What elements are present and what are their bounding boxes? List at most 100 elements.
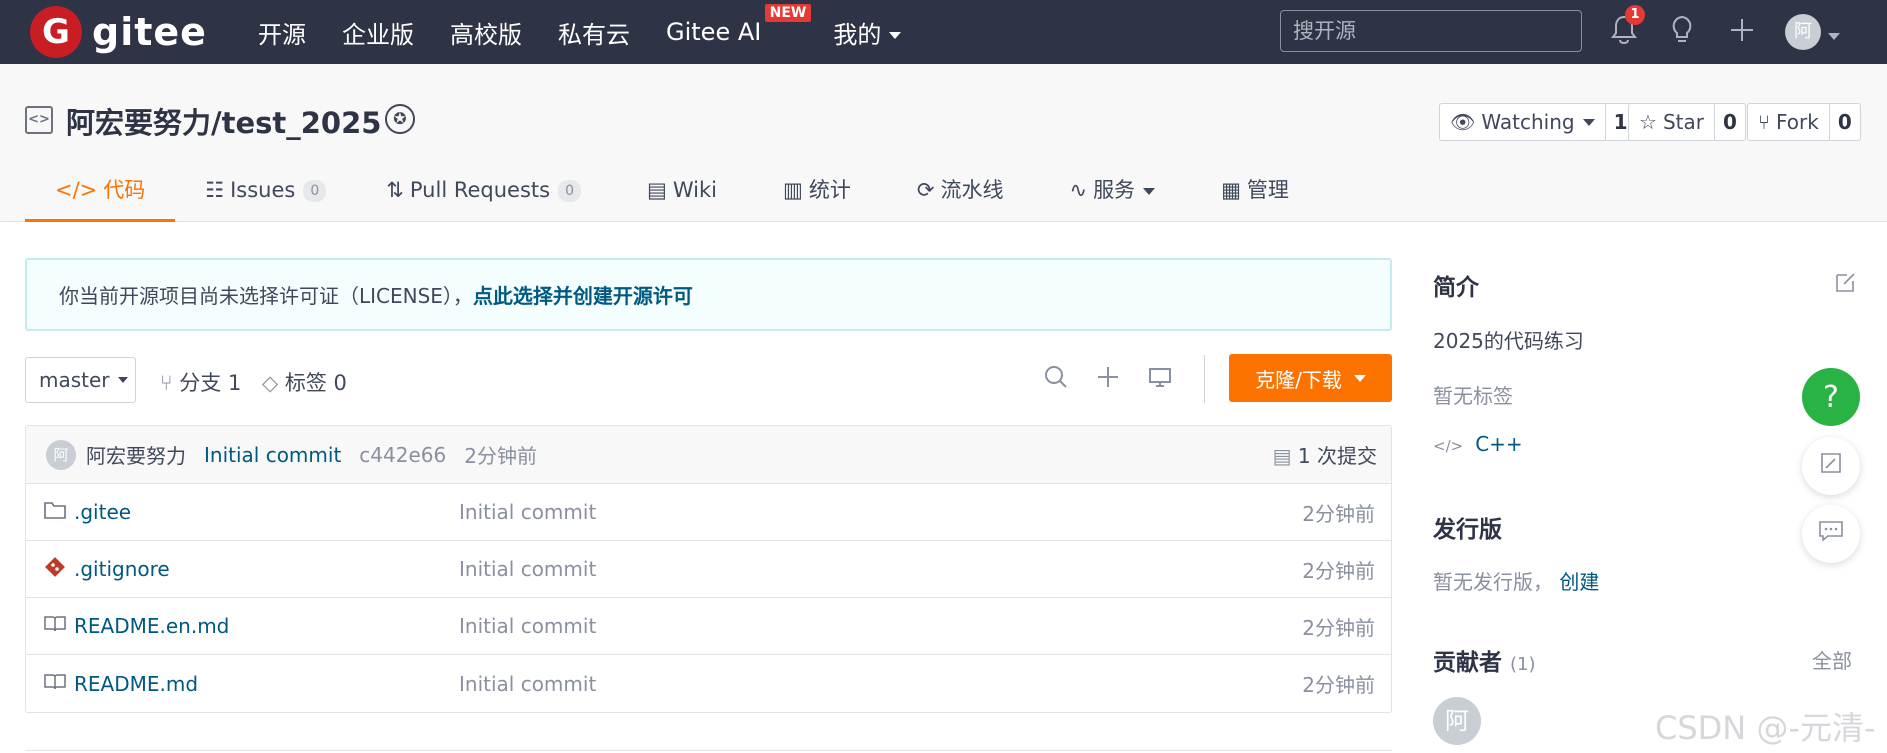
nav-open-source[interactable]: 开源 xyxy=(258,15,306,50)
code-repo-icon: <> xyxy=(25,106,53,134)
create-license-link[interactable]: 点此选择并创建开源许可 xyxy=(473,280,693,309)
chevron-down-icon xyxy=(1143,188,1156,195)
chevron-down-icon xyxy=(889,32,902,39)
create-release-link[interactable]: 创建 xyxy=(1559,570,1599,594)
tab-stats-label: 统计 xyxy=(808,178,851,202)
edit-note-icon xyxy=(1819,451,1843,481)
nav-enterprise[interactable]: 企业版 xyxy=(342,15,414,50)
commit-list-icon: ▤ xyxy=(1272,444,1292,468)
file-time: 2分钟前 xyxy=(1302,558,1375,583)
commit-message[interactable]: Initial commit xyxy=(204,443,341,467)
clone-download-button[interactable]: 克隆/下载 xyxy=(1229,354,1392,402)
tab-manage[interactable]: ▦ 管理 xyxy=(1185,170,1319,222)
no-tags-text: 暂无标签 xyxy=(1433,384,1513,408)
pipeline-icon: ⟳ xyxy=(916,178,935,202)
file-commit-message[interactable]: Initial commit xyxy=(459,500,596,524)
star-label: Star xyxy=(1662,110,1704,134)
file-time: 2分钟前 xyxy=(1302,501,1375,526)
tab-code-label: 代码 xyxy=(103,178,146,202)
avatar-chevron-down-icon[interactable] xyxy=(1828,26,1840,45)
table-row[interactable]: README.en.md Initial commit 2分钟前 xyxy=(26,598,1391,655)
contributors-count: (1) xyxy=(1510,654,1536,675)
tab-pull-requests[interactable]: ⇅ Pull Requests 0 xyxy=(356,170,611,222)
language-link[interactable]: C++ xyxy=(1475,432,1522,456)
no-release-text: 暂无发行版， xyxy=(1433,570,1553,594)
tab-services[interactable]: ∿ 服务 xyxy=(1033,170,1185,222)
branch-icon: ⑂ xyxy=(160,371,173,395)
release-row: 暂无发行版， 创建 xyxy=(1433,566,1599,595)
main-nav: 开源 企业版 高校版 私有云 Gitee AI NEW 我的 xyxy=(258,0,937,64)
lightbulb-icon[interactable] xyxy=(1668,14,1696,55)
tab-wiki[interactable]: ▤ Wiki xyxy=(611,170,747,222)
help-button[interactable]: ? xyxy=(1802,368,1860,426)
file-name[interactable]: .gitee xyxy=(74,500,131,524)
plus-icon[interactable] xyxy=(1728,14,1756,55)
fork-count[interactable]: 0 xyxy=(1830,110,1860,134)
star-count[interactable]: 0 xyxy=(1715,110,1745,134)
user-avatar[interactable]: 阿 xyxy=(1785,14,1821,50)
tab-pipeline[interactable]: ⟳ 流水线 xyxy=(881,170,1034,222)
table-row[interactable]: .gitee Initial commit 2分钟前 xyxy=(26,484,1391,541)
nav-gitee-ai[interactable]: Gitee AI NEW xyxy=(666,4,812,46)
contributors-title: 贡献者 (1) xyxy=(1433,643,1536,677)
commit-author[interactable]: 阿宏要努力 xyxy=(86,440,186,469)
pulse-icon: ∿ xyxy=(1069,178,1088,202)
commit-count: 1 次提交 xyxy=(1297,444,1377,468)
file-name[interactable]: README.md xyxy=(74,672,198,696)
file-list: 阿 阿宏要努力 Initial commit c442e66 2分钟前 ▤ 1 … xyxy=(25,425,1392,713)
gitee-logo[interactable]: G gitee xyxy=(30,6,207,58)
commit-time: 2分钟前 xyxy=(464,444,537,468)
fork-button[interactable]: ⑂ Fork 0 xyxy=(1747,103,1861,141)
nav-private-cloud[interactable]: 私有云 xyxy=(558,15,630,50)
star-icon: ☆ xyxy=(1639,110,1657,134)
commit-count-link[interactable]: ▤ 1 次提交 xyxy=(1273,440,1377,469)
file-commit-message[interactable]: Initial commit xyxy=(459,614,596,638)
branches-count: 分支 1 xyxy=(179,371,242,395)
tab-code[interactable]: </> 代码 xyxy=(25,170,176,222)
table-row[interactable]: .gitignore Initial commit 2分钟前 xyxy=(26,541,1391,598)
pull-request-icon: ⇅ xyxy=(386,178,404,202)
file-commit-message[interactable]: Initial commit xyxy=(459,557,596,581)
book-icon xyxy=(44,614,66,638)
contributors-label: 贡献者 xyxy=(1433,650,1502,676)
file-commit-message[interactable]: Initial commit xyxy=(459,672,596,696)
tags-link[interactable]: ◇ 标签 0 xyxy=(262,367,347,397)
tab-issues[interactable]: ☷ Issues 0 xyxy=(175,170,356,222)
contributors-all-link[interactable]: 全部 xyxy=(1812,645,1852,674)
nav-mine-label: 我的 xyxy=(833,20,882,49)
star-button[interactable]: ☆ Star 0 xyxy=(1628,103,1746,141)
award-badge-icon[interactable]: ✪ xyxy=(385,104,415,134)
manage-doc-icon: ▦ xyxy=(1221,178,1241,202)
commit-hash[interactable]: c442e66 xyxy=(359,443,446,467)
file-name[interactable]: README.en.md xyxy=(74,614,229,638)
feedback-edit-button[interactable] xyxy=(1802,437,1860,495)
csdn-watermark: CSDN @-元清- xyxy=(1655,709,1876,747)
file-name[interactable]: .gitignore xyxy=(74,557,170,581)
nav-education[interactable]: 高校版 xyxy=(450,15,522,50)
edit-icon[interactable] xyxy=(1834,270,1858,300)
license-notice-text: 你当前开源项目尚未选择许可证（LICENSE）， xyxy=(59,284,473,308)
nav-mine[interactable]: 我的 xyxy=(833,15,902,50)
fork-label: Fork xyxy=(1776,110,1819,134)
tab-stats[interactable]: ▥ 统计 xyxy=(747,170,881,222)
eye-icon: 👁 xyxy=(1450,110,1476,134)
web-ide-icon[interactable] xyxy=(1147,364,1173,396)
branches-link[interactable]: ⑂ 分支 1 xyxy=(160,367,241,397)
search-input[interactable] xyxy=(1280,10,1582,52)
search-file-icon[interactable] xyxy=(1043,364,1069,396)
branch-select[interactable]: master xyxy=(25,357,136,403)
file-time: 2分钟前 xyxy=(1302,673,1375,697)
chevron-down-icon xyxy=(1582,118,1595,126)
tab-issues-label: Issues xyxy=(230,178,296,202)
contributor-avatar[interactable]: 阿 xyxy=(1433,697,1481,745)
watch-label: Watching xyxy=(1481,110,1575,134)
tab-pull-requests-label: Pull Requests xyxy=(409,178,551,202)
add-file-icon[interactable] xyxy=(1095,364,1121,396)
commit-author-avatar[interactable]: 阿 xyxy=(46,439,76,470)
watch-button[interactable]: 👁 Watching 1 xyxy=(1439,103,1637,141)
table-row[interactable]: README.md Initial commit 2分钟前 xyxy=(26,655,1391,712)
tag-icon: ◇ xyxy=(262,371,279,395)
repo-tabs: </> 代码 ☷ Issues 0 ⇅ Pull Requests 0 ▤ Wiki ▥ 统计… xyxy=(25,170,1319,222)
repo-title[interactable]: 阿宏要努力/test_2025 xyxy=(66,100,381,142)
chat-button[interactable] xyxy=(1802,505,1860,563)
